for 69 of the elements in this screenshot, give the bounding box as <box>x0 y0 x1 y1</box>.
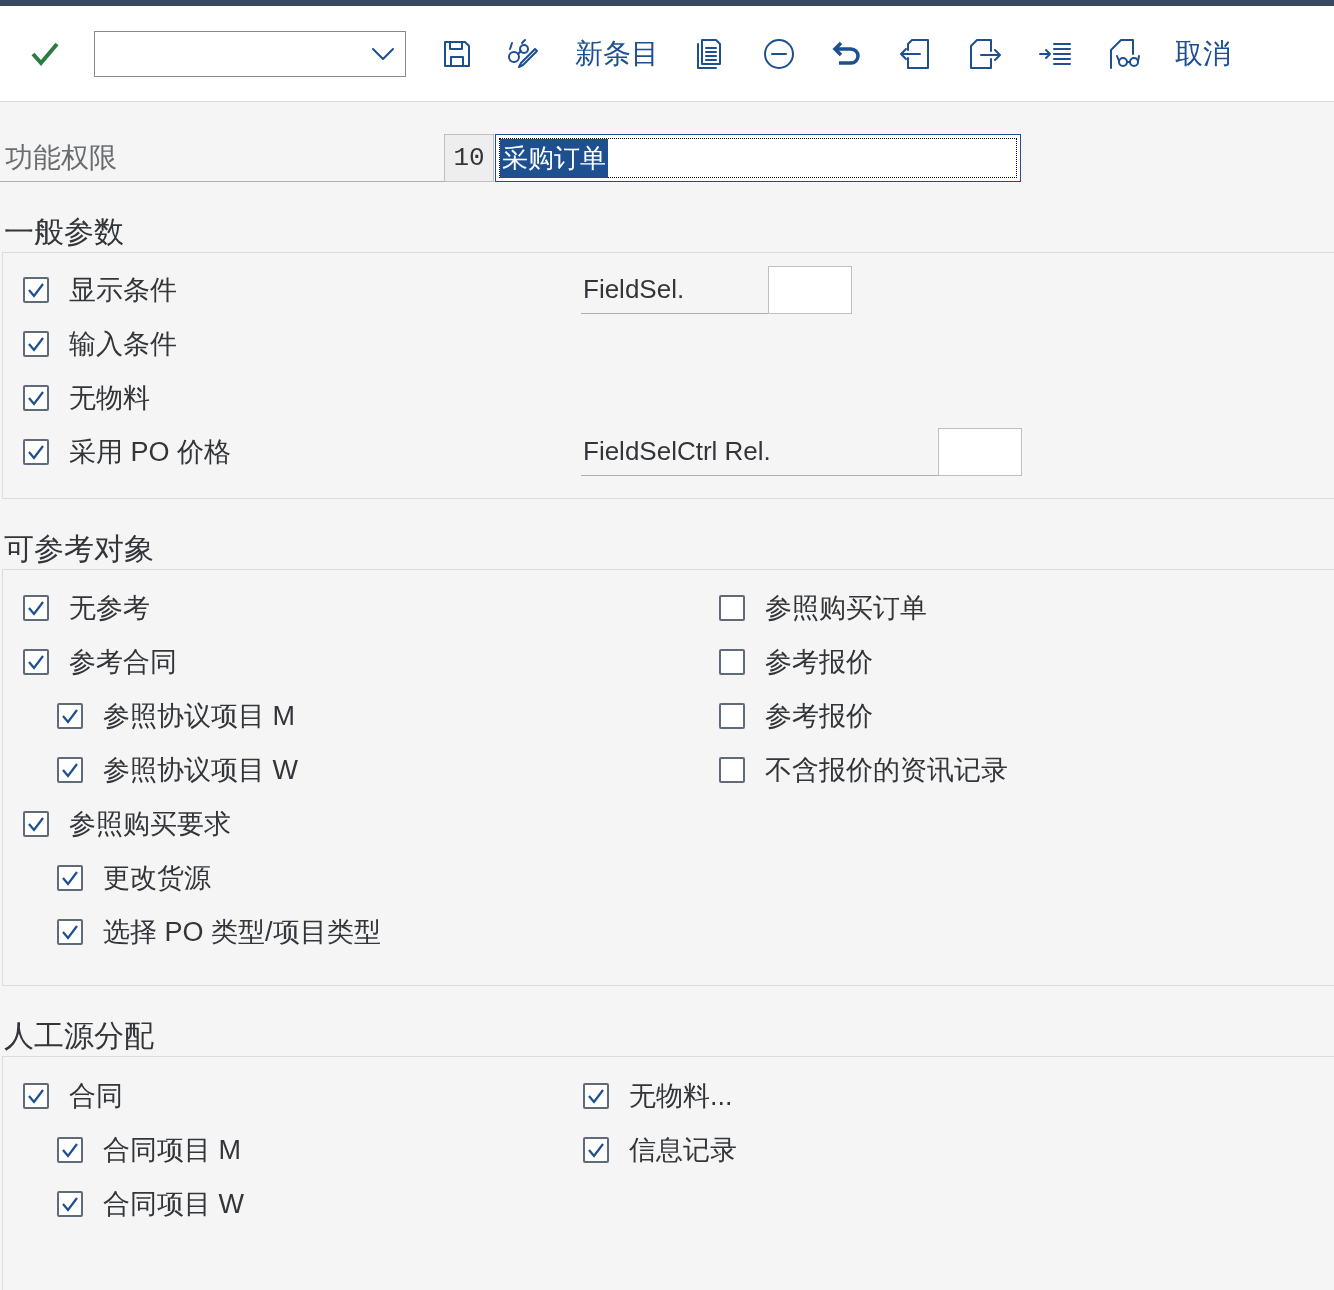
section-title: 人工源分配 <box>3 1018 155 1054</box>
checkmark-icon <box>27 336 45 352</box>
checkbox[interactable] <box>23 277 49 303</box>
checkmark-icon <box>27 600 45 616</box>
checkbox[interactable] <box>57 865 83 891</box>
section-title: 一般参数 <box>3 214 125 250</box>
checkmark-icon <box>61 1142 79 1158</box>
description-input-field[interactable]: 采购订单 <box>495 134 1021 182</box>
input-text: 采购订单 <box>500 138 608 178</box>
checkbox[interactable] <box>719 703 745 729</box>
checkbox[interactable] <box>23 385 49 411</box>
checkbox[interactable] <box>23 439 49 465</box>
checkbox[interactable] <box>719 649 745 675</box>
checkmark-icon <box>27 444 45 460</box>
checkbox-label: 参照协议项目 M <box>103 699 295 733</box>
checkbox[interactable] <box>57 1191 83 1217</box>
checkmark-icon <box>61 762 79 778</box>
checkbox-label: 参考合同 <box>69 645 177 679</box>
checkbox-label: 参照协议项目 W <box>103 753 298 787</box>
checkbox-label: 参考报价 <box>765 645 873 679</box>
checkmark-icon <box>61 924 79 940</box>
checkbox-label: 无物料... <box>629 1079 733 1113</box>
checkbox[interactable] <box>583 1137 609 1163</box>
checkbox-label: 显示条件 <box>69 273 177 307</box>
checkbox-label: 参考报价 <box>765 699 873 733</box>
checkbox[interactable] <box>57 757 83 783</box>
checkmark-icon <box>587 1142 605 1158</box>
checkbox-label: 无参考 <box>69 591 150 625</box>
checkbox-label: 选择 PO 类型/项目类型 <box>103 915 381 949</box>
checkbox-label: 合同项目 W <box>103 1187 244 1221</box>
checkbox[interactable] <box>583 1083 609 1109</box>
checkbox-label: 无物料 <box>69 381 150 415</box>
cancel-button[interactable]: 取消 <box>1175 31 1231 76</box>
checkbox[interactable] <box>719 757 745 783</box>
checkmark-icon <box>61 708 79 724</box>
checkbox-label: 信息记录 <box>629 1133 737 1167</box>
checkmark-icon <box>27 390 45 406</box>
checkbox-label: 更改货源 <box>103 861 211 895</box>
checkbox-label: 合同 <box>69 1079 123 1113</box>
checkmark-icon <box>27 282 45 298</box>
checkmark-icon <box>27 1088 45 1104</box>
checkbox[interactable] <box>57 919 83 945</box>
checkbox-label: 合同项目 M <box>103 1133 241 1167</box>
checkbox[interactable] <box>23 331 49 357</box>
field-label: 功能权限 <box>0 134 444 182</box>
checkbox-label: 不含报价的资讯记录 <box>765 753 1008 787</box>
new-entry-button[interactable]: 新条目 <box>575 31 659 76</box>
checkbox[interactable] <box>23 595 49 621</box>
checkmark-icon <box>27 816 45 832</box>
checkbox[interactable] <box>23 811 49 837</box>
checkbox[interactable] <box>57 703 83 729</box>
input-field[interactable] <box>938 428 1022 476</box>
checkbox-label: 参照购买订单 <box>765 591 927 625</box>
code-field: 10 <box>444 134 494 182</box>
checkbox[interactable] <box>23 649 49 675</box>
checkmark-icon <box>61 1196 79 1212</box>
input-field[interactable] <box>768 266 852 314</box>
checkmark-icon <box>27 654 45 670</box>
checkmark-icon <box>61 870 79 886</box>
checkbox[interactable] <box>57 1137 83 1163</box>
section-title: 可参考对象 <box>3 531 155 567</box>
checkbox-label: 采用 PO 价格 <box>69 435 231 469</box>
caret-icon <box>371 46 395 61</box>
checkmark-icon <box>587 1088 605 1104</box>
checkbox-label: 参照购买要求 <box>69 807 231 841</box>
checkbox[interactable] <box>719 595 745 621</box>
checkbox-label: 输入条件 <box>69 327 177 361</box>
checkbox[interactable] <box>23 1083 49 1109</box>
dropdown-field[interactable] <box>94 30 406 77</box>
